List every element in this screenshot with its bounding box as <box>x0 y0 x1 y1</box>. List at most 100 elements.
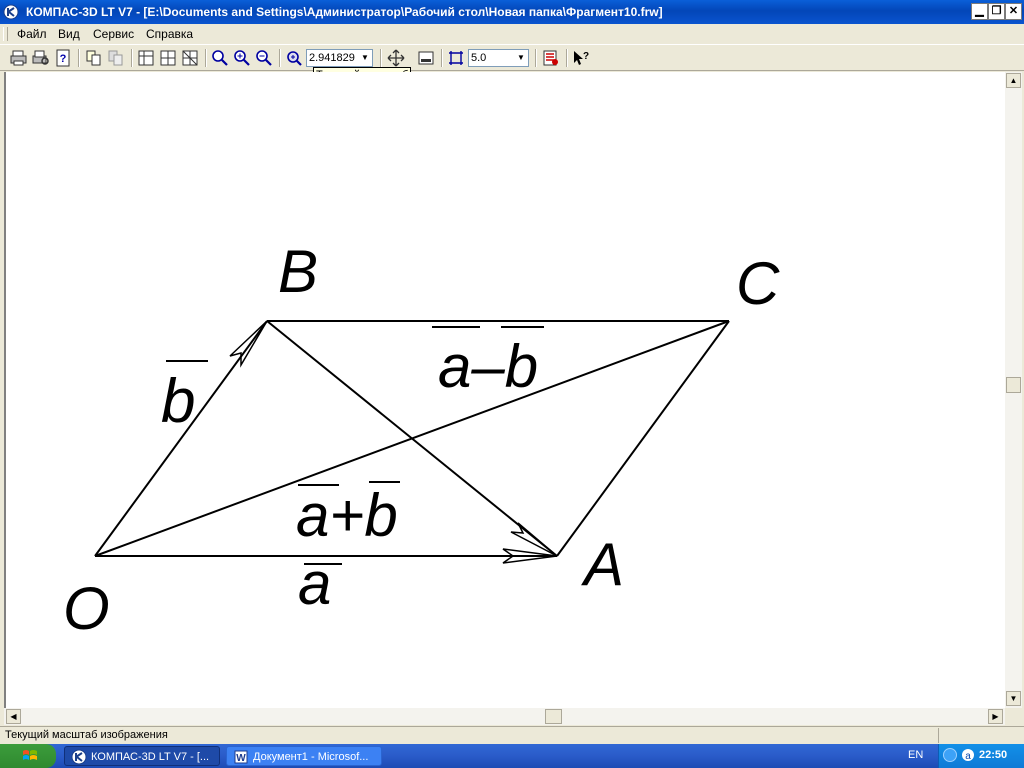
pan-icon <box>387 49 405 67</box>
svg-text:W: W <box>236 753 246 764</box>
zoom-window-button[interactable] <box>284 48 304 68</box>
task-kompas[interactable]: КОМПАС-3D LT V7 - [... <box>64 746 220 766</box>
menu-service[interactable]: Сервис <box>93 27 134 41</box>
chevron-left-icon: ◀ <box>10 712 17 721</box>
kompas-app-icon <box>71 749 87 765</box>
help-icon: ? <box>56 49 70 67</box>
vertical-scrollbar[interactable]: ▲ ▼ <box>1005 72 1022 708</box>
restore-icon: ❐ <box>991 5 1002 17</box>
copy-properties-button[interactable] <box>84 48 104 68</box>
task-label: КОМПАС-3D LT V7 - [... <box>91 751 210 763</box>
word-document-icon: W <box>234 750 248 764</box>
zoom-out-icon <box>256 50 272 66</box>
chevron-down-icon[interactable]: ▼ <box>358 50 372 66</box>
windows-flag-icon <box>23 750 37 760</box>
svg-text:?: ? <box>60 53 67 65</box>
snap-step-button[interactable] <box>446 48 466 68</box>
scale-combo[interactable]: 2.941829 ▼ <box>306 49 373 67</box>
point-label-C: C <box>736 250 780 317</box>
toolbar-separator <box>131 49 133 67</box>
window-title: КОМПАС-3D LT V7 - [E:\Documents and Sett… <box>26 5 663 19</box>
language-indicator[interactable]: EN <box>908 749 923 761</box>
tray-expand-icon[interactable] <box>943 748 957 762</box>
chevron-down-icon: ▼ <box>1009 694 1018 703</box>
vector-label-a-minus-b: a–b <box>438 333 538 400</box>
title-bar: КОМПАС-3D LT V7 - [E:\Documents and Sett… <box>0 0 1024 24</box>
view-layout-2-button[interactable] <box>158 48 178 68</box>
toolbar-separator <box>441 49 443 67</box>
status-text: Текущий масштаб изображения <box>5 729 168 741</box>
chevron-right-icon: ▶ <box>992 712 999 721</box>
toolbar-separator <box>205 49 207 67</box>
view-layout-2-icon <box>160 50 176 66</box>
snap-step-icon <box>449 51 463 65</box>
restore-button[interactable]: ❐ <box>988 3 1005 20</box>
point-label-A: A <box>581 531 624 598</box>
taskbar: КОМПАС-3D LT V7 - [... W Документ1 - Mic… <box>0 744 1024 768</box>
kompas-app-icon[interactable] <box>3 4 19 20</box>
chevron-down-icon[interactable]: ▼ <box>514 50 528 66</box>
scale-value: 2.941829 <box>309 52 355 64</box>
step-combo[interactable]: 5.0 ▼ <box>468 49 529 67</box>
status-bar: Текущий масштаб изображения <box>0 726 1024 745</box>
show-all-button[interactable] <box>416 48 436 68</box>
horizontal-scrollbar[interactable]: ◀ ▶ <box>4 708 1005 725</box>
zoom-in-button[interactable] <box>232 48 252 68</box>
menu-view[interactable]: Вид <box>58 27 80 41</box>
view-layout-3-button[interactable] <box>180 48 200 68</box>
chevron-up-icon: ▲ <box>1009 76 1018 85</box>
whats-this-button[interactable]: ? <box>571 48 591 68</box>
menu-file[interactable]: Файл <box>17 27 47 41</box>
vector-label-a-plus-b: a+b <box>296 482 398 549</box>
whats-this-icon: ? <box>574 51 589 65</box>
print-button[interactable] <box>9 48 29 68</box>
toolbar-separator <box>535 49 537 67</box>
paste-properties-icon <box>108 50 123 66</box>
toolbar-separator <box>380 49 382 67</box>
paste-properties-button[interactable] <box>106 48 126 68</box>
print-preview-icon <box>32 50 49 65</box>
print-preview-button[interactable] <box>31 48 51 68</box>
minimize-icon: ▁ <box>975 5 984 17</box>
point-label-O: O <box>63 575 110 642</box>
vector-label-b: b <box>161 367 195 436</box>
toolbar-separator <box>279 49 281 67</box>
minimize-button[interactable]: ▁ <box>971 3 988 20</box>
network-icon[interactable]: a <box>961 748 975 762</box>
layers-button[interactable] <box>541 48 561 68</box>
zoom-icon <box>212 50 228 66</box>
drawing-canvas[interactable]: B C O A b a–b a+b a <box>4 72 1005 708</box>
zoom-button[interactable] <box>210 48 230 68</box>
step-value: 5.0 <box>471 52 487 64</box>
zoom-out-button[interactable] <box>254 48 274 68</box>
start-button[interactable] <box>0 744 56 768</box>
scroll-right-button[interactable]: ▶ <box>988 709 1003 724</box>
view-layout-1-button[interactable] <box>136 48 156 68</box>
layers-icon <box>543 50 558 66</box>
pan-button[interactable] <box>386 48 406 68</box>
close-button[interactable]: ✕ <box>1005 3 1022 20</box>
task-label: Документ1 - Microsof... <box>253 751 369 763</box>
horizontal-scroll-thumb[interactable] <box>545 709 562 724</box>
copy-properties-icon <box>86 50 101 66</box>
zoom-in-icon <box>234 50 250 66</box>
help-button[interactable]: ? <box>53 48 73 68</box>
view-layout-3-icon <box>182 50 198 66</box>
menu-bar: Файл Вид Сервис Справка <box>0 24 1024 44</box>
svg-text:a: a <box>965 751 971 762</box>
scroll-down-button[interactable]: ▼ <box>1006 691 1021 706</box>
toolbar-separator <box>566 49 568 67</box>
menu-help[interactable]: Справка <box>146 27 193 41</box>
close-icon: ✕ <box>1008 5 1019 17</box>
view-layout-1-icon <box>138 50 154 66</box>
scroll-left-button[interactable]: ◀ <box>6 709 21 724</box>
vector-drawing: B C O A b a–b a+b a <box>63 238 780 642</box>
task-word[interactable]: W Документ1 - Microsof... <box>226 746 382 766</box>
scroll-up-button[interactable]: ▲ <box>1006 73 1021 88</box>
print-icon <box>10 50 27 66</box>
status-pane <box>938 728 1023 743</box>
vertical-scroll-thumb[interactable] <box>1006 377 1021 393</box>
main-toolbar: ? 2.941829 ▼ 5.0 ▼ ? <box>0 44 1024 71</box>
system-tray: a 22:50 <box>938 744 1024 768</box>
toolbar-separator <box>78 49 80 67</box>
